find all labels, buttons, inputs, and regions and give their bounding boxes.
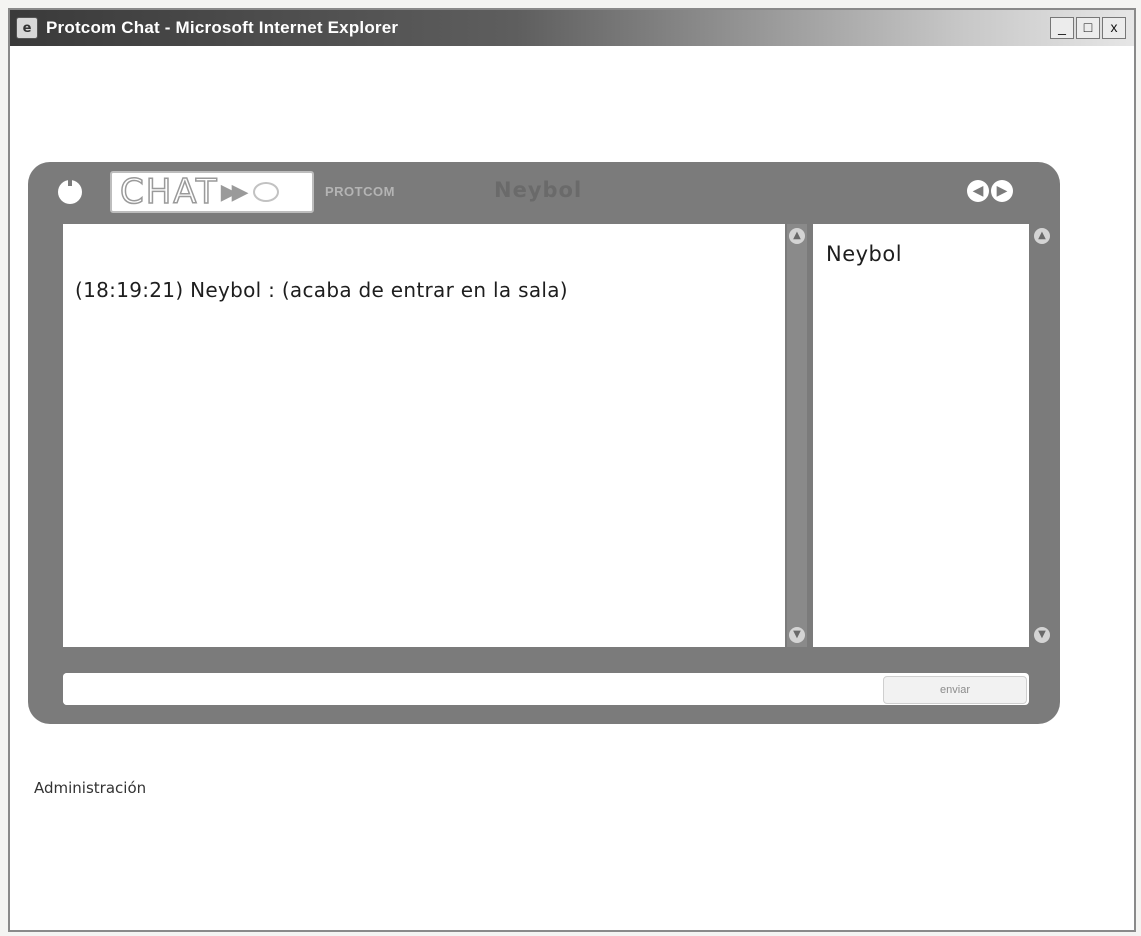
message-input[interactable] (63, 673, 879, 705)
window-controls: _ □ x (1048, 17, 1126, 39)
scroll-up-icon[interactable]: ▲ (1034, 228, 1050, 244)
chat-logo: CHAT ▶▶ (110, 171, 314, 213)
user-list-item[interactable]: Neybol (826, 242, 1029, 266)
scroll-down-icon[interactable]: ▼ (1034, 627, 1050, 643)
admin-link[interactable]: Administración (34, 779, 146, 797)
chat-message: (18:19:21) Neybol : (acaba de entrar en … (75, 278, 568, 302)
power-icon[interactable] (58, 176, 82, 204)
users-panel: Neybol (813, 224, 1029, 647)
scroll-down-icon[interactable]: ▼ (789, 627, 805, 643)
prev-arrow-icon[interactable]: ◀ (967, 180, 989, 202)
message-input-row: enviar (63, 673, 1029, 705)
title-bar: e Protcom Chat - Microsoft Internet Expl… (10, 10, 1134, 46)
close-button[interactable]: x (1102, 17, 1126, 39)
brand-label: PROTCOM (325, 184, 395, 199)
chat-frame: CHAT ▶▶ PROTCOM Neybol ◀ ▶ (18:19:21) Ne… (28, 162, 1060, 724)
window-title: Protcom Chat - Microsoft Internet Explor… (46, 18, 399, 37)
messages-panel: (18:19:21) Neybol : (acaba de entrar en … (63, 224, 785, 647)
chat-logo-text: CHAT (119, 172, 219, 212)
current-user-label: Neybol (494, 178, 583, 202)
minimize-button[interactable]: _ (1050, 17, 1074, 39)
users-scrollbar[interactable]: ▲ ▼ (1032, 224, 1052, 647)
logo-arrow-icon: ▶▶ (220, 179, 249, 205)
ie-app-icon: e (16, 17, 38, 39)
maximize-button[interactable]: □ (1076, 17, 1100, 39)
next-arrow-icon[interactable]: ▶ (991, 180, 1013, 202)
messages-scrollbar[interactable]: ▲ ▼ (787, 224, 807, 647)
send-button[interactable]: enviar (883, 676, 1027, 704)
scroll-up-icon[interactable]: ▲ (789, 228, 805, 244)
speech-bubble-icon (252, 182, 279, 202)
